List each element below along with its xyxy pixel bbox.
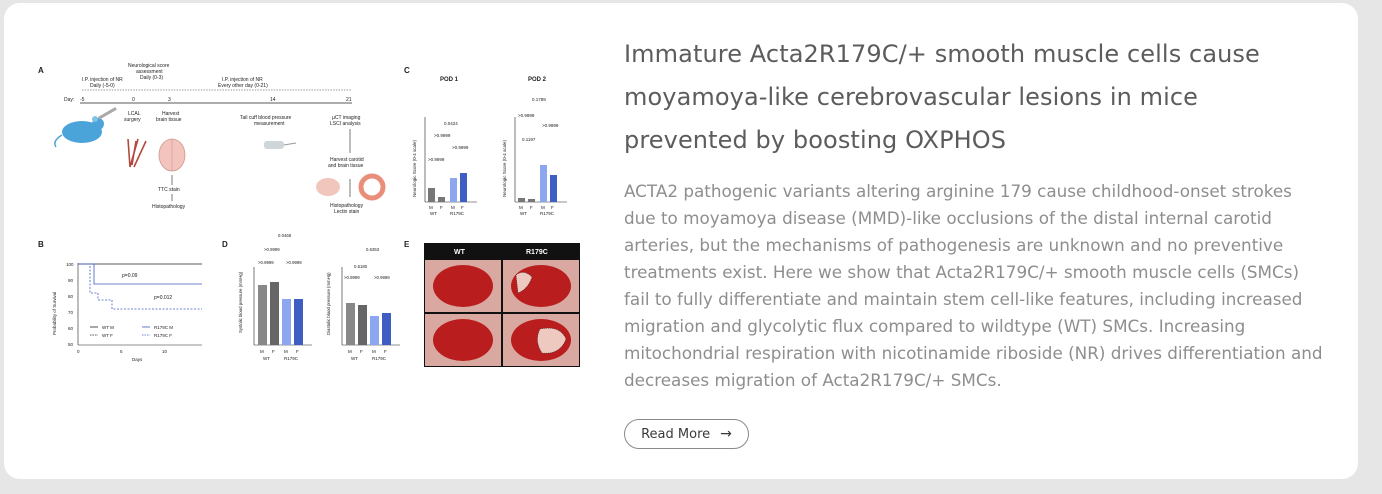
panel-c-wt-2: WT: [520, 211, 527, 216]
panel-d-r179c-2: R179C: [372, 356, 387, 361]
panel-a-ip-nr-1-days: Daily (-5-0): [90, 83, 115, 89]
read-more-button[interactable]: Read More →: [624, 419, 749, 449]
panel-a-brain-tissue: brain tissue: [156, 117, 182, 123]
panel-c-m-2: M: [451, 205, 455, 210]
panel-c-r179c-2: R179C: [540, 211, 555, 216]
article-card: A I.P. injection of NR Daily (-5-0) Neur…: [4, 3, 1358, 479]
panel-b-ytick-70: 70: [68, 310, 74, 315]
panel-c-pod2-stat-2: >0.9999: [542, 123, 559, 128]
panel-b-xtick-5: 5: [120, 349, 123, 354]
panel-d-m-3: M: [348, 349, 352, 354]
panel-b-ytick-90: 90: [68, 278, 74, 283]
panel-a-measurement: measurement: [254, 121, 285, 127]
panel-d-m-2: M: [284, 349, 288, 354]
article-abstract: ACTA2 pathogenic variants altering argin…: [624, 181, 1323, 390]
panel-b-xtick-10: 10: [162, 349, 168, 354]
panel-c-f-2: F: [461, 205, 464, 210]
panel-b-legend-wt-f: WT F: [102, 333, 113, 338]
panel-a-surgery: surgery: [124, 117, 141, 123]
panel-b-p2: p=0.012: [154, 295, 172, 301]
panel-c-r179c-1: R179C: [450, 211, 465, 216]
panel-c-pod2-stat-1: >0.9999: [518, 113, 535, 118]
panel-d-r179c-1: R179C: [284, 356, 299, 361]
panel-d-f-3: F: [360, 349, 363, 354]
panel-c-m-1: M: [429, 205, 433, 210]
panel-c-m-3: M: [519, 205, 523, 210]
panel-a-day-label: Day:: [64, 97, 74, 103]
article-title[interactable]: Immature Acta2R179C/+ smooth muscle cell…: [624, 33, 1324, 162]
panel-d-f-2: F: [296, 349, 299, 354]
figure-panels: A I.P. injection of NR Daily (-5-0) Neur…: [38, 63, 580, 367]
panel-d-stat1-0: 0.0468: [278, 233, 292, 238]
panel-b-ytick-60: 60: [68, 326, 74, 331]
panel-d-ylabel-2: Diastolic blood pressure (mmHg): [326, 272, 331, 335]
panel-a-ttc: TTC stain: [158, 187, 180, 193]
panel-d-stat2-3: >0.9999: [374, 275, 390, 280]
panel-d-m-1: M: [260, 349, 264, 354]
panel-b-ylabel: Probability of Survival: [52, 292, 57, 335]
panel-c-f-3: F: [530, 205, 533, 210]
panel-d-stat1-2: >0.9999: [258, 260, 274, 265]
panel-c-wt-1: WT: [430, 211, 437, 216]
panel-c-ylabel-1: Neurologic Score (0-4 scale): [412, 139, 417, 197]
panel-d-wt-1: WT: [263, 356, 270, 361]
panel-d-stat1-1: >0.9999: [264, 247, 280, 252]
panel-e-wt: WT: [454, 249, 466, 256]
panel-b-xlabel: Days: [132, 357, 143, 362]
panel-a-lsci: LSCI analysis: [330, 121, 361, 127]
panel-b-p1: p=0.09: [122, 273, 138, 279]
panel-c-f-4: F: [551, 205, 554, 210]
panel-c-pod2-stat-0: 0.1789: [532, 97, 546, 102]
panel-a-day-3: 3: [168, 97, 171, 103]
panel-b-xtick-0: 0: [77, 349, 80, 354]
panel-b-ytick-100: 100: [66, 262, 74, 267]
panel-a-day-21: 21: [346, 97, 352, 103]
panel-c-letter: C: [404, 66, 410, 75]
panel-c-pod1-stat-3: >0.9999: [452, 145, 469, 150]
arrow-right-icon: →: [720, 426, 732, 442]
panel-c-pod1: POD 1: [440, 77, 459, 83]
panel-c-m-4: M: [541, 205, 545, 210]
panel-c-f-1: F: [440, 205, 443, 210]
panel-d-stat2-0: 0.6353: [366, 247, 380, 252]
panel-d-stat2-1: 0.5180: [354, 264, 368, 269]
panel-c-pod2: POD 2: [528, 77, 547, 83]
panel-d-f-1: F: [272, 349, 275, 354]
panel-b-ytick-50: 50: [68, 342, 74, 347]
panel-b-legend-wt-m: WT M: [102, 325, 114, 330]
panel-b-legend-r179c-m: R179C M: [154, 325, 173, 330]
panel-c-pod1-stat-1: >0.9999: [428, 157, 445, 162]
read-more-label: Read More: [641, 426, 711, 442]
panel-d-f-4: F: [384, 349, 387, 354]
panel-b-ytick-80: 80: [68, 294, 74, 299]
panel-a-lectin: Lectin stain: [334, 209, 360, 215]
panel-e-r179c: R179C: [526, 249, 548, 256]
panel-c-pod2-stat-3: 0.1197: [522, 137, 536, 142]
panel-a-neuro-days: Daily (0-3): [140, 75, 163, 81]
panel-a-letter: A: [38, 66, 44, 75]
panel-a-day-0: 0: [132, 97, 135, 103]
panel-c-pod1-stat-0: 0.0424: [444, 121, 458, 126]
panel-c-ylabel-2: Neurologic Score (0-4 scale): [502, 139, 507, 197]
panel-d-m-4: M: [372, 349, 376, 354]
article-figure: A I.P. injection of NR Daily (-5-0) Neur…: [32, 57, 584, 375]
article-text: Immature Acta2R179C/+ smooth muscle cell…: [624, 33, 1324, 394]
panel-a-day-14: 14: [270, 97, 276, 103]
panel-a-ip-nr-2-days: Every other day (0-21): [218, 83, 268, 89]
panel-a-day-m5: -5: [80, 97, 85, 103]
panel-b-legend-r179c-f: R179C F: [154, 333, 172, 338]
panel-d-wt-2: WT: [351, 356, 358, 361]
panel-a-histo: Histopathology: [152, 204, 186, 210]
panel-a-and-brain: and brain tissue: [328, 163, 364, 169]
panel-d-ylabel-1: Systolic blood pressure (mmHg): [238, 271, 243, 333]
panel-c-pod1-stat-2: >0.9999: [434, 133, 451, 138]
panel-e-letter: E: [404, 240, 410, 249]
panel-d-stat2-2: >0.9999: [344, 275, 360, 280]
panel-b-letter: B: [38, 240, 44, 249]
panel-d-stat1-3: >0.9999: [286, 260, 302, 265]
panel-d-letter: D: [222, 240, 228, 249]
